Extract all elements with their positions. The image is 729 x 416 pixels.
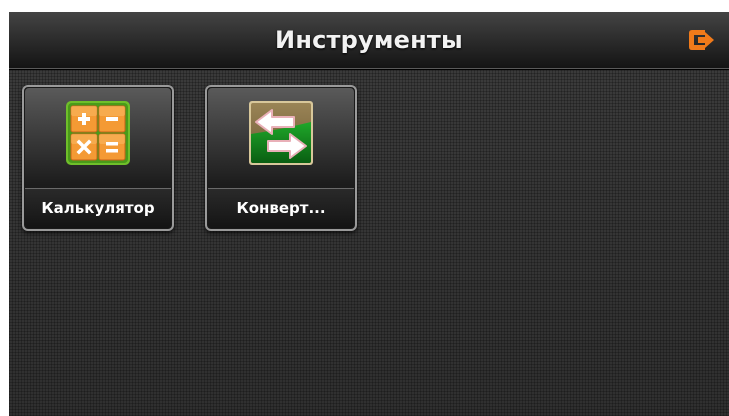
exit-icon xyxy=(689,30,714,50)
calculator-icon xyxy=(66,101,130,165)
tile-calculator-face: Калькулятор xyxy=(25,88,171,228)
page-title: Инструменты xyxy=(275,26,463,54)
converter-icon xyxy=(249,101,313,165)
exit-button[interactable] xyxy=(685,24,717,56)
tile-converter-face: Конверт... xyxy=(208,88,354,228)
title-bar: Инструменты xyxy=(9,12,729,69)
tile-converter-label: Конверт... xyxy=(236,199,326,217)
tile-calculator-label: Калькулятор xyxy=(41,199,155,217)
tile-converter[interactable]: Конверт... xyxy=(205,85,357,231)
tile-calculator[interactable]: Калькулятор xyxy=(22,85,174,231)
tools-screen: Инструменты Калькулятор Конверт... xyxy=(9,12,729,416)
